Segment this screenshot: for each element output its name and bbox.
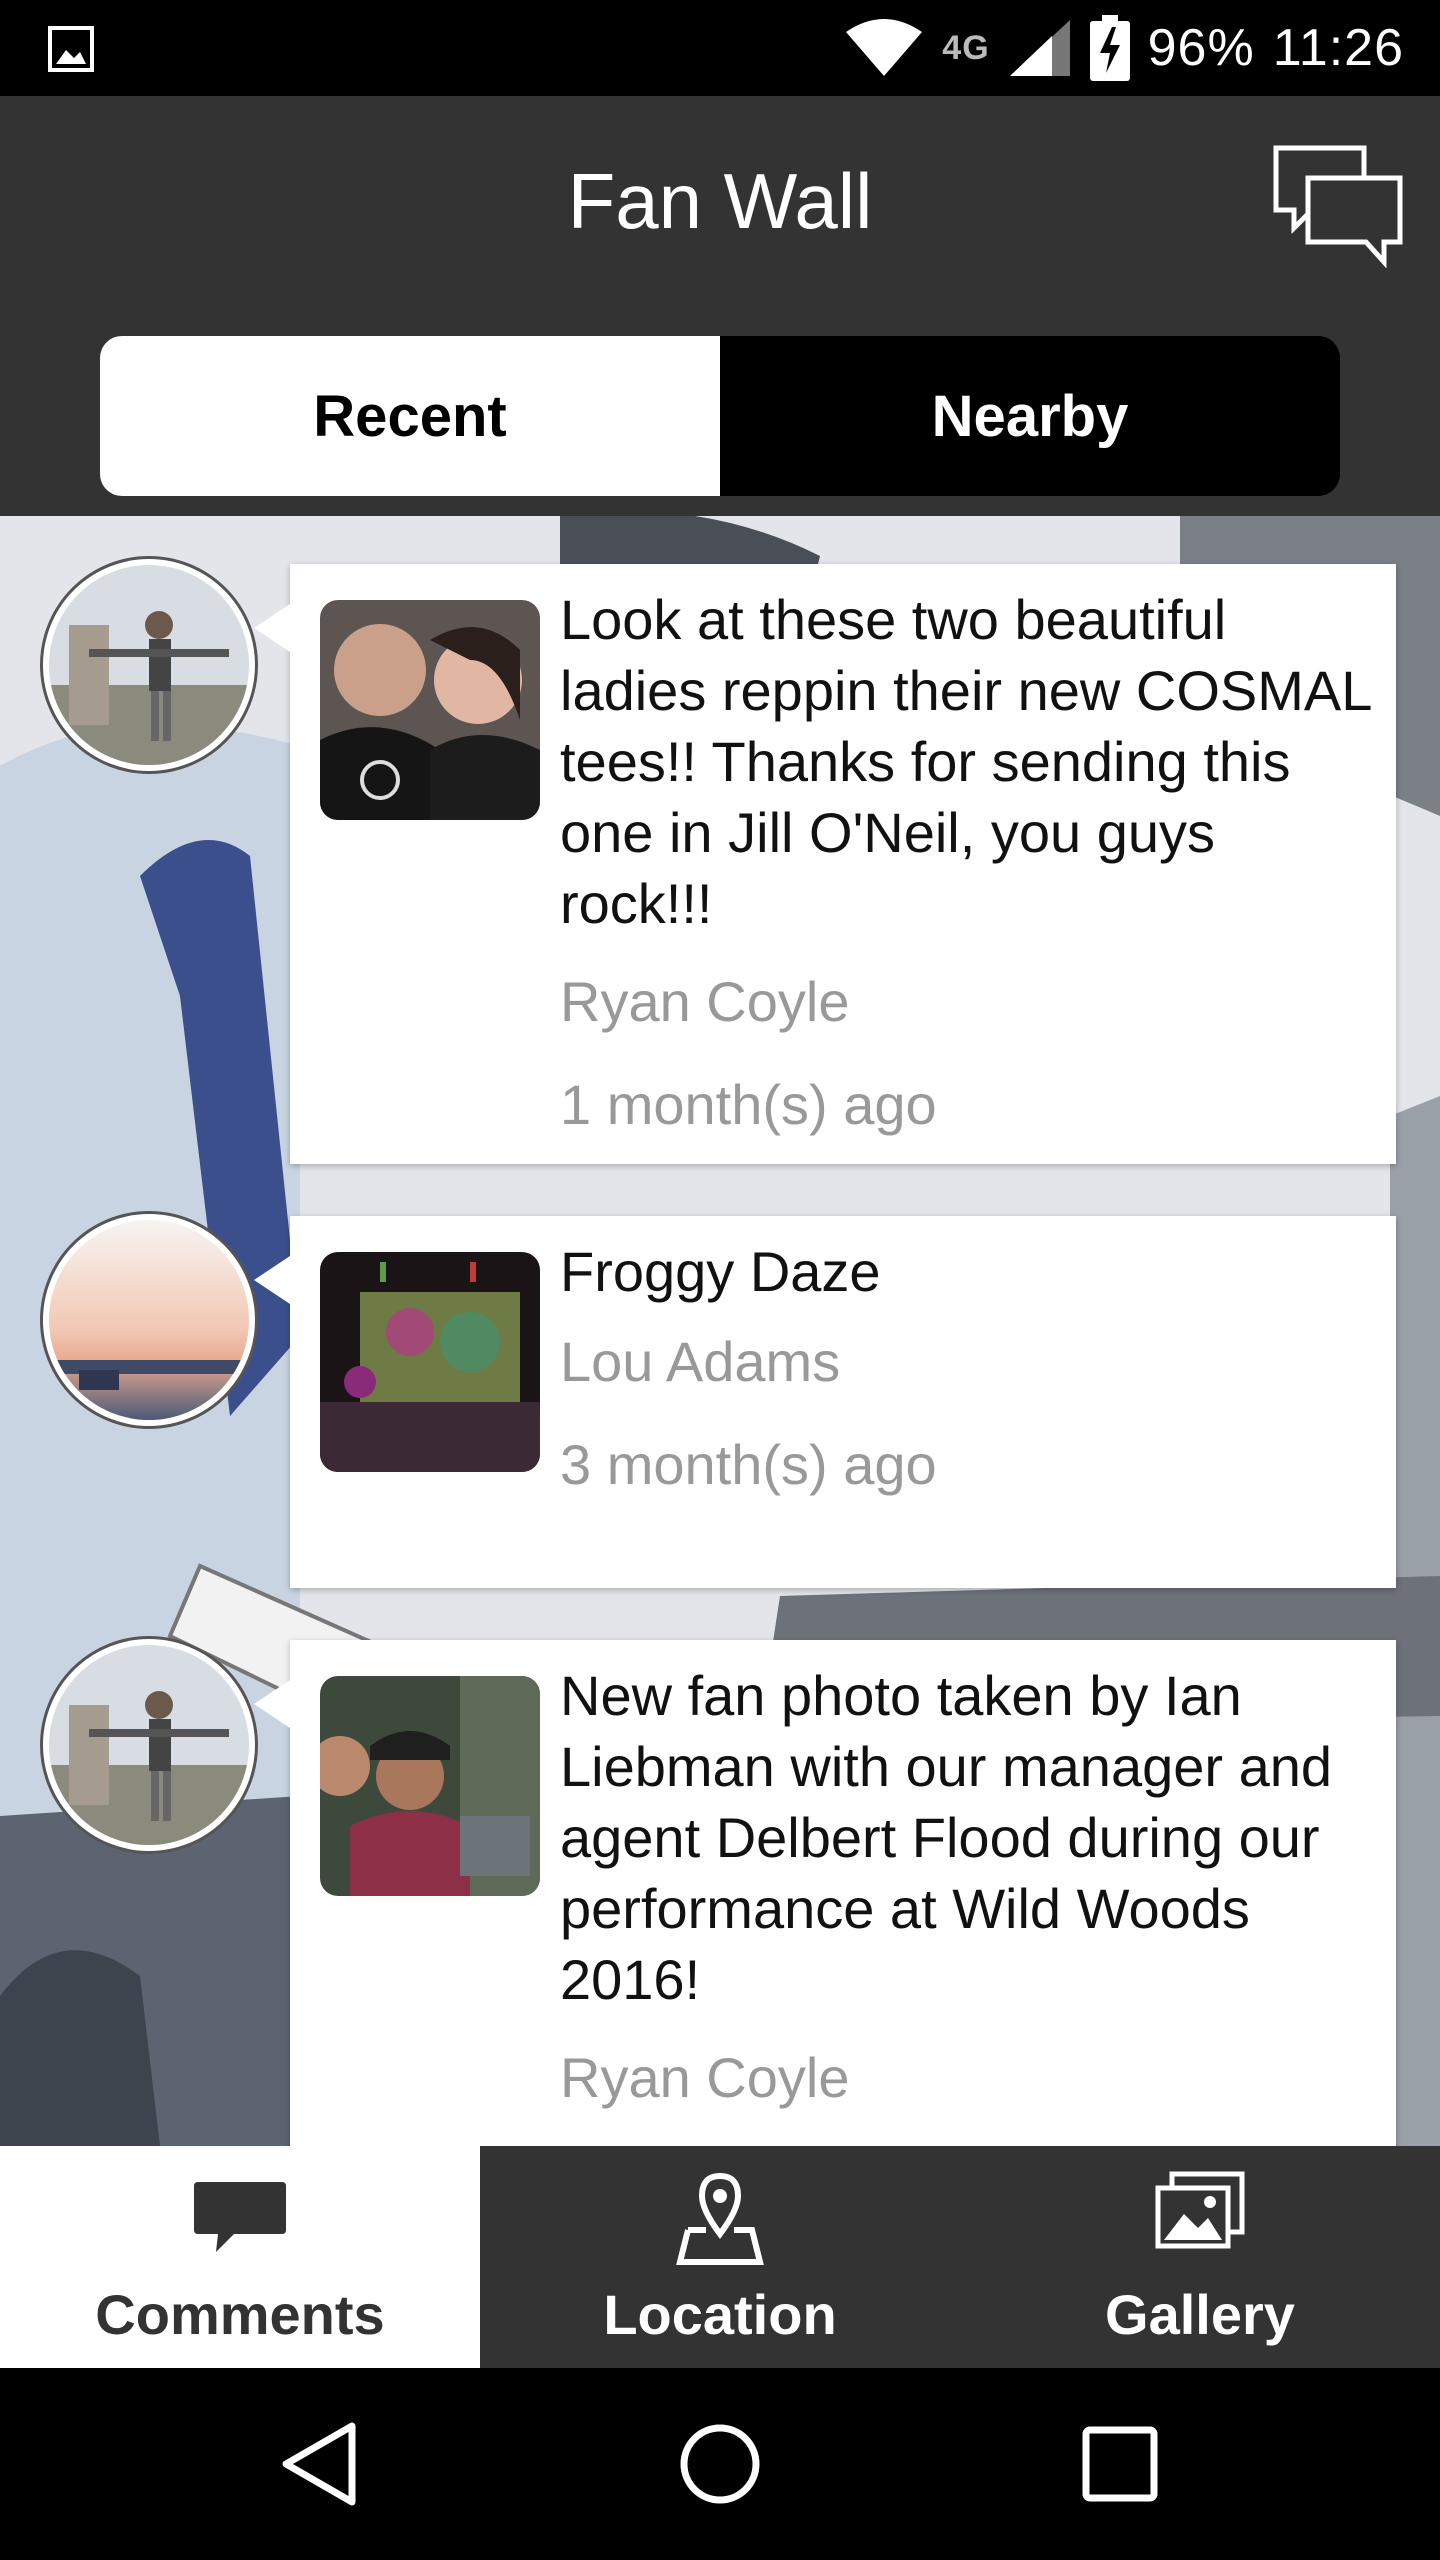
tab-comments[interactable]: Comments (0, 2146, 480, 2368)
avatar-image (49, 1645, 249, 1845)
location-pin-icon (676, 2172, 764, 2265)
app-header: Fan Wall Recent Nearby (0, 96, 1440, 516)
segment-nearby[interactable]: Nearby (720, 336, 1340, 496)
cell-signal-icon (1009, 20, 1070, 76)
tab-location[interactable]: Location (480, 2146, 960, 2368)
fan-wall-feed[interactable]: Look at these two beautiful ladies reppi… (0, 516, 1440, 2146)
segmented-control: Recent Nearby (100, 336, 1340, 496)
tab-gallery[interactable]: Gallery (960, 2146, 1440, 2368)
post-message: Look at these two beautiful ladies reppi… (560, 588, 1371, 935)
recents-icon[interactable] (1072, 2416, 1168, 2512)
post-time: 1 month(s) ago (560, 1073, 937, 1136)
tab-label: Gallery (1105, 2283, 1295, 2346)
post-card[interactable]: Froggy Daze Lou Adams 3 month(s) ago (254, 1216, 1396, 1588)
home-icon[interactable] (672, 2416, 768, 2512)
wifi-icon (846, 19, 923, 76)
comment-bubble-icon (194, 2182, 286, 2252)
post-thumbnail[interactable] (320, 600, 540, 820)
bottom-tab-bar: Comments Location Gallery (0, 2146, 1440, 2368)
post-card[interactable]: Look at these two beautiful ladies reppi… (254, 564, 1396, 1164)
post-card[interactable]: New fan photo taken by Ian Liebman with … (254, 1640, 1396, 2146)
battery-percent: 96% (1147, 19, 1255, 77)
network-type: 4G (942, 28, 990, 67)
system-nav-bar (0, 2368, 1440, 2560)
avatar-image (49, 1220, 249, 1420)
tab-label: Comments (95, 2283, 385, 2346)
post-message: Froggy Daze (560, 1240, 881, 1303)
post-avatar[interactable] (40, 1636, 258, 1854)
post-author: Ryan Coyle (560, 970, 850, 1033)
battery-charging-icon (1089, 15, 1130, 81)
post-author: Lou Adams (560, 1330, 841, 1393)
page-title: Fan Wall (567, 157, 873, 245)
back-icon[interactable] (272, 2416, 368, 2512)
status-bar: 4G 96% 11:26 (0, 0, 1440, 96)
chat-bubbles-icon[interactable] (1272, 144, 1406, 268)
tab-label: Location (603, 2283, 837, 2346)
clock: 11:26 (1272, 19, 1404, 77)
post-avatar[interactable] (40, 1211, 258, 1429)
gallery-icon (1155, 2171, 1245, 2249)
avatar-image (49, 565, 249, 765)
segment-recent[interactable]: Recent (100, 336, 720, 496)
post-avatar[interactable] (40, 556, 258, 774)
post-time: 3 month(s) ago (560, 1433, 937, 1496)
post-thumbnail[interactable] (320, 1252, 540, 1472)
post-author: Ryan Coyle (560, 2046, 850, 2109)
image-notification-icon (48, 26, 94, 72)
post-thumbnail[interactable] (320, 1676, 540, 1896)
post-message: New fan photo taken by Ian Liebman with … (560, 1664, 1333, 2011)
